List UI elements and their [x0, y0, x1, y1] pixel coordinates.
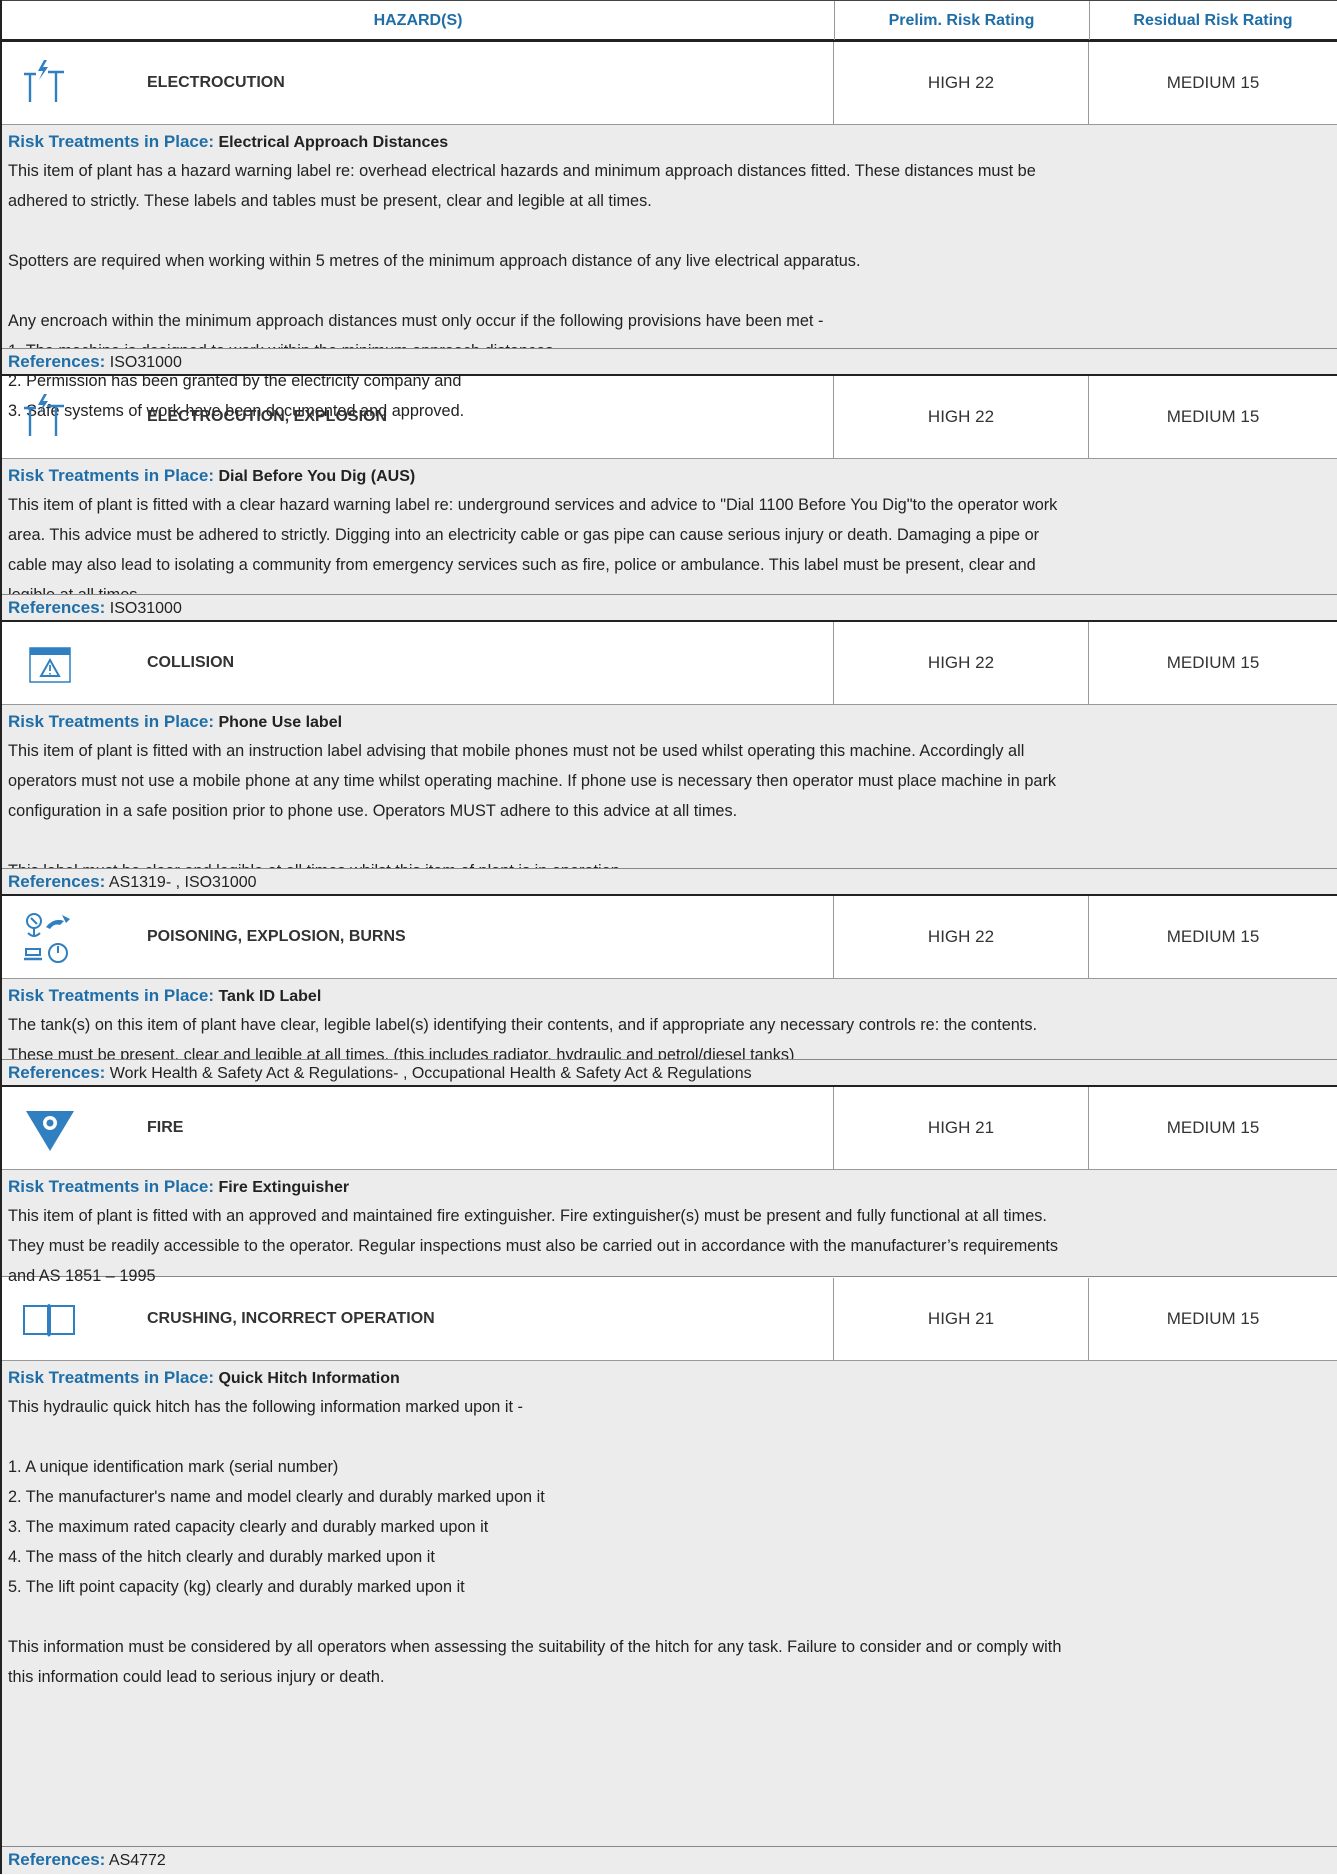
references-label: References:	[8, 1063, 106, 1082]
hazard-name: FIRE	[147, 1119, 184, 1136]
treatment-block: Risk Treatments in Place: Electrical App…	[2, 125, 1337, 420]
references-row: References: AS4772	[2, 1846, 1337, 1874]
open-book-icon	[23, 1304, 75, 1337]
treatment-title: Phone Use label	[218, 714, 343, 731]
residual-rating: MEDIUM 15	[1166, 927, 1260, 946]
hazard-name-cell: ELECTROCUTION	[2, 42, 834, 124]
references-label: References:	[8, 1850, 106, 1869]
hazard-row: ELECTROCUTION HIGH 22 MEDIUM 15	[2, 42, 1337, 125]
treatment-title: Fire Extinguisher	[218, 1179, 350, 1196]
hazard-row: POISONING, EXPLOSION, BURNS HIGH 22 MEDI…	[2, 896, 1337, 979]
hazard-name: POISONING, EXPLOSION, BURNS	[147, 928, 406, 945]
treatment-block: Risk Treatments in Place: Tank ID Label …	[2, 979, 1337, 1064]
table-header: HAZARD(S) Prelim. Risk Rating Residual R…	[2, 0, 1337, 42]
prelim-rating: HIGH 22	[834, 896, 1089, 978]
residual-rating: MEDIUM 15	[1166, 1309, 1260, 1328]
hazard-name-cell: ELECTROCUTION, EXPLOSION	[2, 376, 834, 458]
references-value: AS4772	[108, 1852, 166, 1869]
treatment-title: Electrical Approach Distances	[218, 134, 449, 151]
treatment-title: Dial Before You Dig (AUS)	[218, 468, 416, 485]
residual-rating: MEDIUM 15	[1166, 73, 1260, 92]
references-label: References:	[8, 598, 106, 617]
hazard-name-cell: FIRE	[2, 1087, 834, 1169]
treatment-label: Risk Treatments in Place:	[8, 466, 214, 485]
treatment-body: This item of plant is fitted with a clea…	[8, 496, 1058, 604]
treatment-body: This item of plant is fitted with an ins…	[8, 742, 1057, 880]
residual-rating: MEDIUM 15	[1166, 1118, 1260, 1137]
residual-rating: MEDIUM 15	[1166, 407, 1260, 426]
treatment-label: Risk Treatments in Place:	[8, 132, 214, 151]
references-value: AS1319- , ISO31000	[108, 874, 257, 891]
prelim-rating: HIGH 22	[834, 42, 1089, 124]
references-value: ISO31000	[109, 600, 182, 617]
treatment-block: Risk Treatments in Place: Fire Extinguis…	[2, 1170, 1337, 1285]
hazard-name: COLLISION	[147, 654, 235, 671]
hazard-row: FIRE HIGH 21 MEDIUM 15	[2, 1087, 1337, 1170]
hazard-name: ELECTROCUTION, EXPLOSION	[147, 408, 388, 425]
hazard-name-cell: CRUSHING, INCORRECT OPERATION	[2, 1278, 834, 1360]
references-row: References: AS1319- , ISO31000	[2, 868, 1337, 896]
treatment-label: Risk Treatments in Place:	[8, 712, 214, 731]
treatment-block: Risk Treatments in Place: Dial Before Yo…	[2, 459, 1337, 604]
treatment-block: Risk Treatments in Place: Quick Hitch In…	[2, 1361, 1337, 1846]
references-label: References:	[8, 352, 106, 371]
treatment-label: Risk Treatments in Place:	[8, 986, 214, 1005]
tank-gauge-icon	[24, 913, 70, 963]
references-row: References: ISO31000	[2, 594, 1337, 622]
treatment-title: Tank ID Label	[218, 988, 322, 1005]
residual-rating: MEDIUM 15	[1166, 653, 1260, 672]
references-row: References: Work Health & Safety Act & R…	[2, 1059, 1337, 1087]
prelim-rating: HIGH 21	[834, 1087, 1089, 1169]
hazards-column-header: HAZARD(S)	[2, 1, 835, 40]
electrical-pole-icon	[24, 394, 64, 436]
hazard-row: COLLISION HIGH 22 MEDIUM 15	[2, 622, 1337, 705]
treatment-label: Risk Treatments in Place:	[8, 1368, 214, 1387]
references-row: References: ISO31000	[2, 348, 1337, 376]
hazard-name-cell: POISONING, EXPLOSION, BURNS	[2, 896, 834, 978]
references-value: ISO31000	[109, 354, 182, 371]
electrical-pole-icon	[24, 60, 64, 102]
hazard-name: ELECTROCUTION	[147, 74, 285, 91]
prelim-rating: HIGH 22	[834, 622, 1089, 704]
hazard-name-cell: COLLISION	[2, 622, 834, 704]
hazard-row: CRUSHING, INCORRECT OPERATION HIGH 21 ME…	[2, 1278, 1337, 1361]
fire-extinguisher-sign-icon	[26, 1111, 74, 1151]
prelim-rating: HIGH 21	[834, 1278, 1089, 1360]
hazard-row: ELECTROCUTION, EXPLOSION HIGH 22 MEDIUM …	[2, 376, 1337, 459]
prelim-rating-column-header: Prelim. Risk Rating	[834, 1, 1090, 40]
treatment-title: Quick Hitch Information	[218, 1370, 400, 1387]
prelim-rating: HIGH 22	[834, 376, 1089, 458]
treatment-block: Risk Treatments in Place: Phone Use labe…	[2, 705, 1337, 880]
hazard-name: CRUSHING, INCORRECT OPERATION	[147, 1310, 435, 1327]
warning-window-icon	[29, 647, 71, 683]
risk-assessment-table: HAZARD(S) Prelim. Risk Rating Residual R…	[0, 0, 1337, 1874]
treatment-body: This hydraulic quick hitch has the follo…	[8, 1398, 1062, 1686]
references-value: Work Health & Safety Act & Regulations- …	[109, 1065, 752, 1082]
residual-rating-column-header: Residual Risk Rating	[1133, 12, 1293, 29]
references-label: References:	[8, 872, 106, 891]
treatment-label: Risk Treatments in Place:	[8, 1177, 214, 1196]
